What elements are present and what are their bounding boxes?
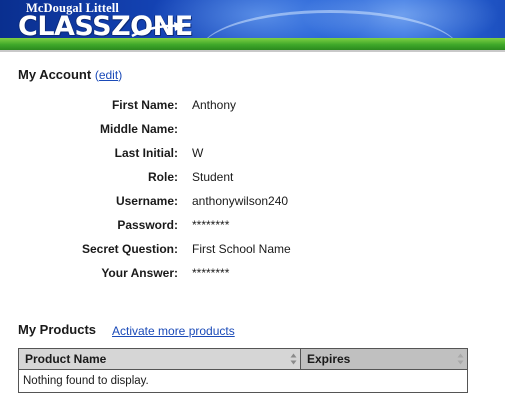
field-row-middle-name: Middle Name: (0, 122, 505, 138)
column-header-product-name[interactable]: Product Name (18, 348, 301, 370)
field-value: W (192, 146, 204, 160)
field-row-your-answer: Your Answer: ******** (0, 266, 505, 282)
column-header-label: Product Name (25, 352, 107, 366)
account-heading: My Account (edit) (18, 67, 122, 82)
field-row-role: Role: Student (0, 170, 505, 186)
products-title: My Products (18, 322, 97, 337)
empty-message: Nothing found to display. (23, 375, 149, 387)
field-value: ******** (192, 266, 230, 280)
products-table: Product Name Expires Nothing found to di… (18, 348, 468, 393)
field-row-username: Username: anthonywilson240 (0, 194, 505, 210)
field-row-last-initial: Last Initial: W (0, 146, 505, 162)
field-label: First Name: (111, 98, 178, 112)
field-label: Role: (148, 170, 178, 184)
field-value: Student (192, 170, 234, 184)
table-header-row: Product Name Expires (18, 348, 468, 370)
banner-divider (0, 50, 505, 52)
table-row: Nothing found to display. (19, 370, 468, 393)
logo-swoosh-icon (131, 22, 185, 38)
sort-arrows-icon[interactable] (457, 353, 464, 365)
field-row-first-name: First Name: Anthony (0, 98, 505, 114)
field-label: Middle Name: (99, 122, 178, 136)
field-row-secret-question: Secret Question: First School Name (0, 242, 505, 258)
field-row-password: Password: ******** (0, 218, 505, 234)
classzone-banner: McDougal Littell CLASSZONE (0, 0, 505, 50)
column-header-label: Expires (307, 352, 351, 366)
field-value: Anthony (192, 98, 237, 112)
field-label: Secret Question: (81, 242, 178, 256)
field-label: Password: (117, 218, 178, 232)
edit-link-wrapper: (edit) (94, 68, 123, 82)
column-header-expires[interactable]: Expires (300, 348, 468, 370)
sort-arrows-icon[interactable] (290, 353, 297, 365)
field-label: Username: (115, 194, 178, 208)
field-label: Last Initial: (114, 146, 178, 160)
field-value: anthonywilson240 (192, 194, 289, 208)
field-value: First School Name (192, 242, 291, 256)
activate-products-link[interactable]: Activate more products (112, 324, 235, 338)
edit-account-link[interactable]: edit (99, 68, 118, 82)
field-label: Your Answer: (101, 266, 178, 280)
field-value: ******** (192, 218, 230, 232)
account-title: My Account (18, 67, 92, 82)
